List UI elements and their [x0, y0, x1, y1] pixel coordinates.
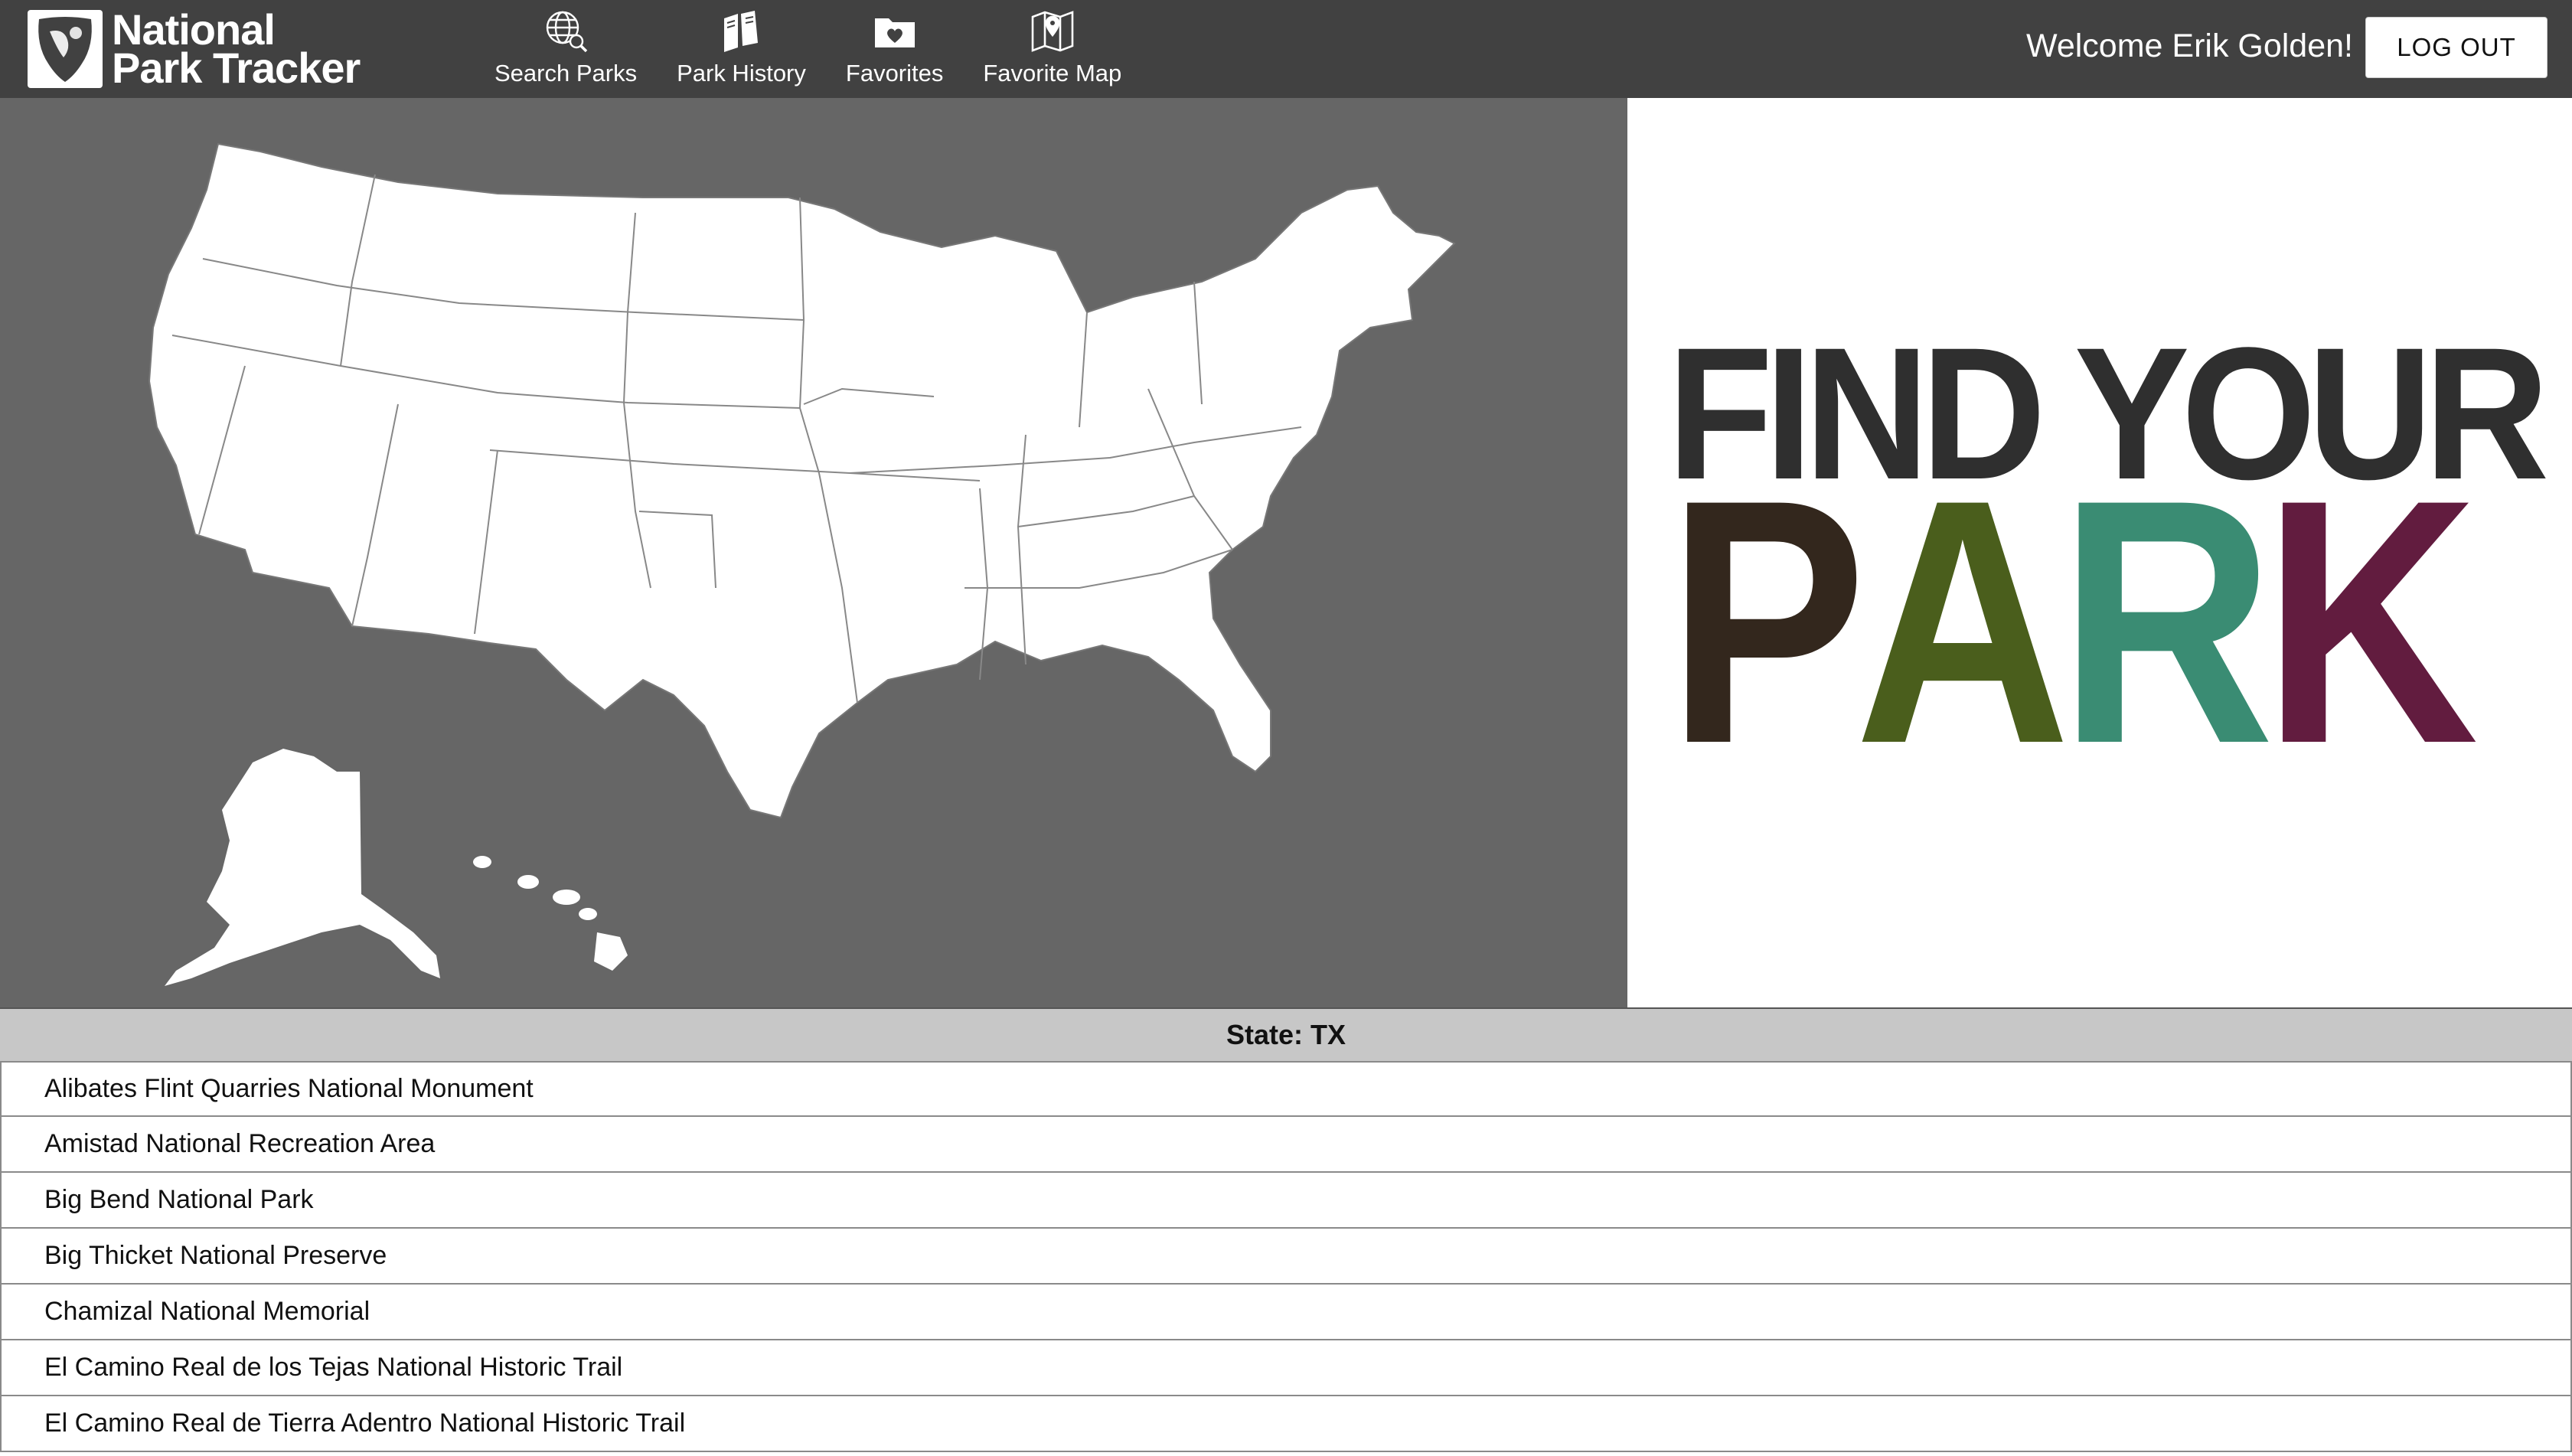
welcome-message: Welcome Erik Golden! [2026, 28, 2353, 64]
state-alaska[interactable] [165, 749, 440, 986]
park-list: Alibates Flint Quarries National Monumen… [0, 1061, 2572, 1452]
park-list-item[interactable]: Big Thicket National Preserve [0, 1229, 2572, 1285]
park-list-item[interactable]: Alibates Flint Quarries National Monumen… [0, 1061, 2572, 1117]
main-nav: Search Parks Park History Favorites Favo… [475, 0, 1141, 98]
hero-line-2: P A R K [1667, 428, 2479, 816]
nav-label: Park History [677, 60, 806, 87]
brand-title: National Park Tracker [112, 8, 361, 92]
globe-search-icon [546, 11, 588, 53]
us-states-map[interactable] [0, 98, 1627, 1007]
nav-park-history[interactable]: Park History [657, 0, 826, 98]
hero-letter-r: R [2058, 428, 2274, 816]
nav-label: Favorite Map [983, 60, 1122, 87]
nav-search-parks[interactable]: Search Parks [475, 0, 657, 98]
brand-line-2: Park Tracker [112, 44, 361, 92]
state-header: State: TX [0, 1007, 2572, 1061]
books-icon [724, 11, 759, 52]
park-list-item[interactable]: Big Bend National Park [0, 1173, 2572, 1229]
nav-favorite-map[interactable]: Favorite Map [963, 0, 1141, 98]
park-list-item[interactable]: El Camino Real de los Tejas National His… [0, 1340, 2572, 1396]
map-pin-icon [1031, 11, 1074, 52]
arrowhead-icon [38, 17, 92, 82]
hero-letter-a: A [1854, 428, 2071, 816]
find-your-park-banner: FIND YOUR P A R K [1627, 98, 2572, 1007]
park-list-item[interactable]: El Camino Real de Tierra Adentro Nationa… [0, 1396, 2572, 1452]
state-hawaii[interactable] [473, 856, 628, 971]
hero-letter-k: K [2262, 428, 2479, 816]
nav-label: Search Parks [494, 60, 638, 87]
heart-folder-icon [874, 18, 915, 47]
arrowhead-logo [28, 10, 103, 88]
us-map-panel [0, 98, 1627, 1007]
nav-label: Favorites [845, 60, 944, 87]
nav-favorites[interactable]: Favorites [826, 0, 963, 98]
brand-home-link[interactable]: National Park Tracker [28, 8, 361, 92]
hero-letter-p: P [1667, 428, 1866, 816]
park-list-item[interactable]: Amistad National Recreation Area [0, 1117, 2572, 1173]
logout-button[interactable]: LOG OUT [2365, 17, 2548, 78]
top-nav-bar: National Park Tracker Search Parks Park … [0, 0, 2572, 98]
park-list-item[interactable]: Chamizal National Memorial [0, 1285, 2572, 1340]
